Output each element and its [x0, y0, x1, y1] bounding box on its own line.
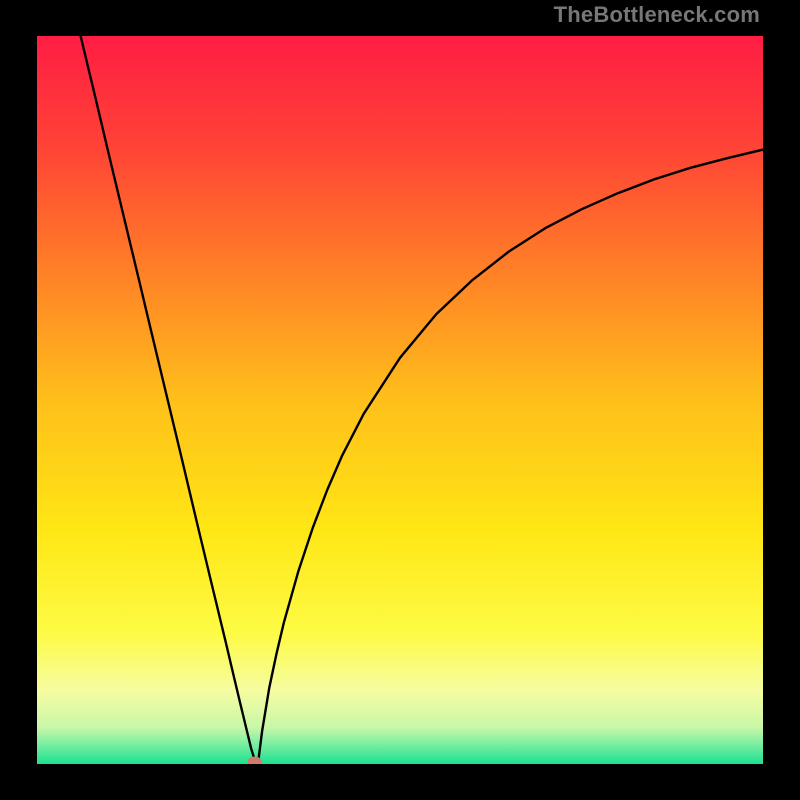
plot-area [37, 36, 763, 764]
bottleneck-chart [37, 36, 763, 764]
watermark-text: TheBottleneck.com [554, 2, 760, 28]
gradient-background [37, 36, 763, 764]
chart-frame: TheBottleneck.com [0, 0, 800, 800]
